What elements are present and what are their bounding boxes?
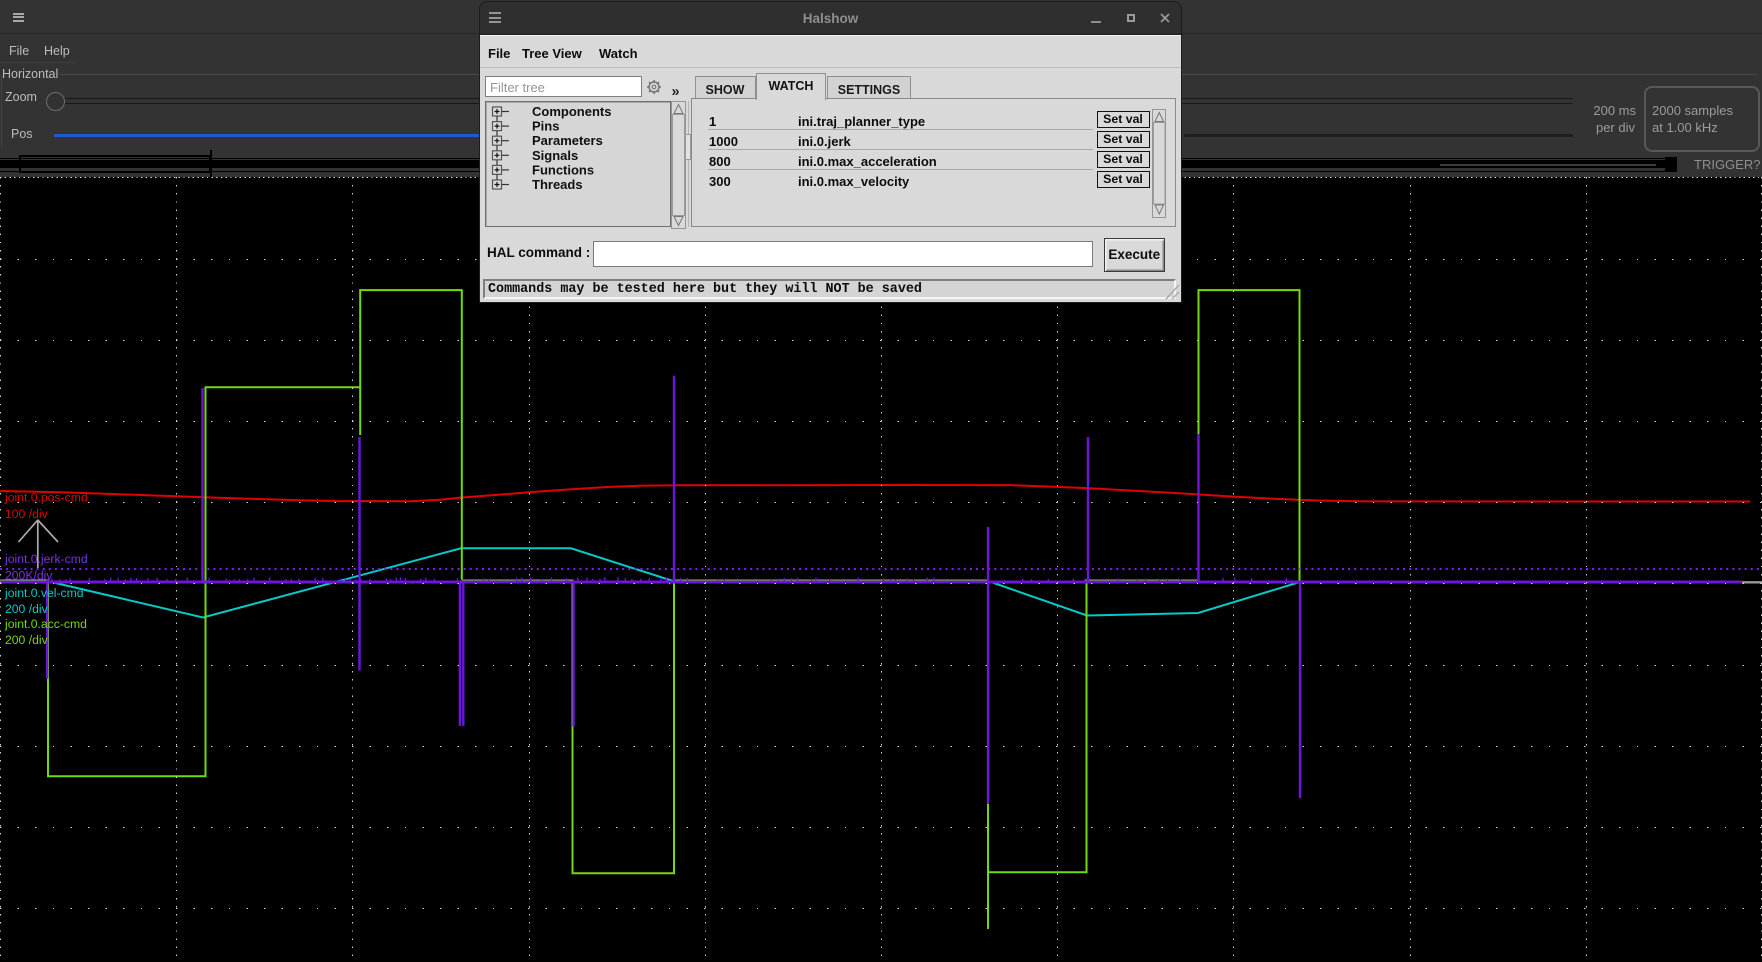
svg-text:Components: Components <box>532 104 611 119</box>
svg-text:200K/div: 200K/div <box>5 569 53 583</box>
svg-text:100 /div: 100 /div <box>5 507 49 521</box>
svg-text:joint.0.acc-cmd: joint.0.acc-cmd <box>4 617 87 631</box>
svg-text:200 /div: 200 /div <box>5 633 49 647</box>
svg-text:Signals: Signals <box>532 148 578 163</box>
svg-text:joint.0.vel-cmd: joint.0.vel-cmd <box>4 586 84 600</box>
svg-text:Functions: Functions <box>532 162 594 177</box>
svg-text:200 /div: 200 /div <box>5 602 49 616</box>
svg-text:joint.0.pos-cmd: joint.0.pos-cmd <box>4 491 88 505</box>
svg-text:Threads: Threads <box>532 177 583 192</box>
svg-text:joint.0.jerk-cmd: joint.0.jerk-cmd <box>4 552 88 566</box>
svg-text:Pins: Pins <box>532 119 559 134</box>
svg-text:Parameters: Parameters <box>532 133 603 148</box>
